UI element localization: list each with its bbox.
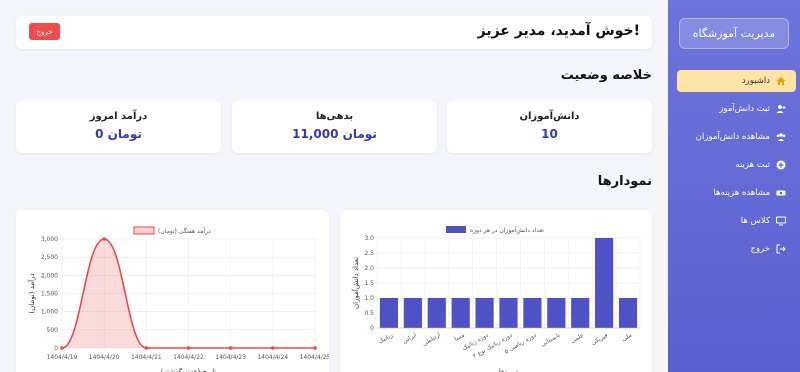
card-value: 11,000 تومان (292, 127, 377, 141)
y-tick-label: 1.5 (364, 280, 374, 287)
legend-label: درآمد هفتگی (تومان) (158, 226, 211, 235)
sign-out-icon (776, 244, 786, 254)
x-tick-label: مسا (453, 332, 466, 343)
sidebar-item-add-expense[interactable]: ثبت هزینه (677, 154, 796, 176)
users-icon (776, 133, 786, 141)
summary-card-income-today: درآمد امروز 0 تومان (16, 101, 221, 153)
y-tick-label: 500 (47, 327, 59, 334)
user-plus-icon (776, 105, 786, 113)
x-tick-label: ایرانی (401, 332, 418, 346)
line-chart: درآمد هفتگی (تومان) 0 500 1,000 1,500 2,000 2,… (27, 226, 329, 372)
sidebar-item-label: ثبت هزینه (735, 160, 770, 170)
sidebar-item-label: مشاهده هزینه‌ها (713, 188, 770, 198)
plus-circle-icon (776, 160, 786, 170)
sidebar-item-label: ثبت دانش‌آموز (719, 104, 770, 114)
y-tick-label: 1.0 (364, 295, 374, 302)
sidebar-item-label: داشبورد (741, 76, 770, 86)
x-tick-label: 1404/4/23 (215, 354, 246, 361)
x-tick-label: تابستانی (540, 332, 562, 349)
line-point (313, 346, 317, 350)
bar (403, 298, 422, 328)
x-axis-title: دوره‌ها (499, 368, 518, 372)
sidebar-item-add-student[interactable]: ثبت دانش‌آموز (677, 98, 796, 120)
summary-title: خلاصه وضعیت (560, 68, 652, 83)
chalkboard-icon (776, 216, 786, 226)
line-chart-card: درآمد هفتگی (تومان) 0 500 1,000 1,500 2,000 2,… (16, 210, 329, 372)
bar (427, 298, 446, 328)
y-tick-label: 0 (54, 345, 58, 352)
line-point (144, 346, 149, 350)
line-point (186, 346, 191, 350)
line-point (271, 346, 275, 350)
x-axis-title: تاریخ (هفته گذشته) (161, 367, 217, 372)
bar (451, 298, 470, 328)
x-tick-label: علمی (570, 332, 586, 345)
y-tick-label: 3,000 (41, 236, 58, 243)
x-tick-label: 1404/4/20 (89, 354, 120, 361)
bar (523, 298, 542, 328)
y-tick-label: 1,000 (41, 309, 58, 316)
x-tick-label: 1404/4/19 (47, 354, 78, 361)
sidebar-item-label: کلاس ها (740, 216, 770, 226)
line-point (228, 346, 233, 350)
x-tick-label: فیزیکی (590, 332, 609, 347)
card-value: 10 (541, 127, 558, 141)
welcome-title: خوش آمدید، مدیر عزیز! (477, 23, 640, 39)
y-tick-label: 1,500 (41, 291, 58, 298)
sidebar: مدیریت آموزشگاه داشبورد ثبت دانش‌آموز مش… (668, 0, 800, 372)
y-tick-label: 2.0 (364, 265, 374, 272)
y-axis-title: درآمد (تومان) (27, 273, 36, 313)
bar (379, 298, 399, 328)
sidebar-nav: داشبورد ثبت دانش‌آموز مشاهده دانش‌آموزان… (668, 70, 800, 260)
card-label: دانش‌آموزان (519, 111, 580, 122)
sidebar-item-logout[interactable]: خروج (677, 238, 796, 260)
y-tick-label: 2,500 (41, 254, 58, 261)
bar-chart-card: تعداد دانش‌آموزان در هر دوره 0 0.5 1.0 1.5 2.… (340, 210, 652, 372)
bar (475, 298, 494, 328)
x-tick-label: ارتباطی (421, 332, 442, 348)
sidebar-item-dashboard[interactable]: داشبورد (677, 70, 796, 92)
y-tick-label: 0 (370, 325, 374, 332)
card-value: 0 تومان (95, 127, 142, 141)
legend-swatch (133, 226, 155, 235)
card-label: بدهی‌ها (315, 111, 354, 122)
y-tick-label: 2,000 (41, 272, 58, 279)
y-tick-label: 3.0 (364, 235, 374, 242)
summary-card-debts: بدهی‌ها 11,000 تومان (232, 101, 437, 153)
y-tick-label: 2.5 (364, 250, 374, 257)
sidebar-item-view-students[interactable]: مشاهده دانش‌آموزان (677, 126, 796, 148)
legend-swatch (446, 226, 466, 233)
y-tick-label: 0.5 (364, 310, 374, 317)
line-point (60, 346, 64, 350)
bar (618, 298, 638, 328)
brand-title: مدیریت آموزشگاه (679, 18, 789, 49)
bar (595, 238, 614, 328)
y-axis-title: تعداد دانش‌آموزان (351, 257, 360, 309)
sidebar-item-classes[interactable]: کلاس ها (677, 210, 796, 232)
sidebar-item-label: خروج (750, 244, 770, 254)
x-tick-label: ملی (621, 332, 633, 343)
x-tick-label: 1404/4/21 (131, 354, 162, 361)
logout-button[interactable]: خروج (29, 23, 60, 40)
welcome-header: خوش آمدید، مدیر عزیز! خروج (16, 16, 652, 49)
card-label: درآمد امروز (89, 111, 148, 122)
charts-title: نمودارها (597, 174, 652, 189)
bar (547, 298, 566, 328)
line-point (102, 237, 106, 241)
bar (571, 298, 590, 328)
summary-card-students: دانش‌آموزان 10 (447, 101, 652, 153)
bar-chart: تعداد دانش‌آموزان در هر دوره 0 0.5 1.0 1.5 2.… (351, 225, 641, 372)
money-icon (776, 190, 786, 196)
legend-label: تعداد دانش‌آموزان در هر دوره (470, 225, 544, 234)
sidebar-item-label: مشاهده دانش‌آموزان (695, 132, 770, 142)
sidebar-item-view-expenses[interactable]: مشاهده هزینه‌ها (677, 182, 796, 204)
x-tick-label: 1404/4/24 (257, 354, 288, 361)
x-tick-label: 1404/4/25 (300, 354, 329, 361)
x-tick-label: 1404/4/22 (173, 354, 204, 361)
bar (499, 298, 518, 328)
x-tick-label: رباتیک (377, 332, 394, 346)
home-icon (776, 77, 786, 85)
